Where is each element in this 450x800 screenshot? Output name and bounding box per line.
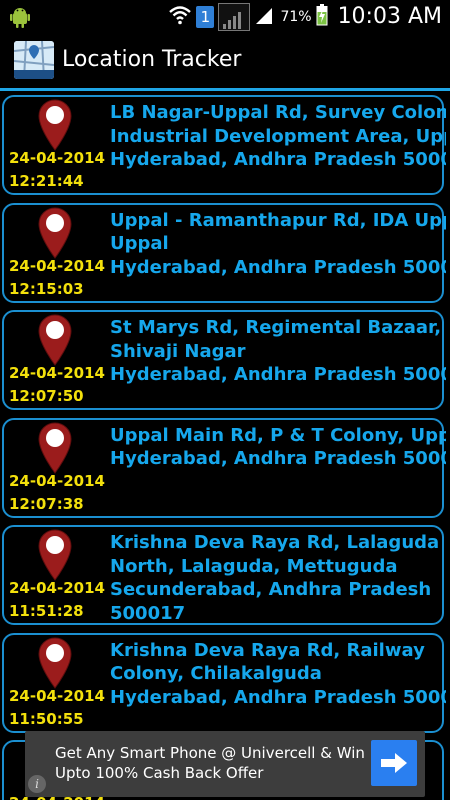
location-time: 12:15:03 <box>9 279 84 298</box>
location-date: 24-04-2014 <box>9 149 105 167</box>
android-debug-icon <box>10 6 30 32</box>
address-line: St Marys Rd, Regimental Bazaar, <box>110 317 442 338</box>
location-card[interactable]: 24-04-2014 12:15:03 Uppal - Ramanthapur Rd… <box>2 202 446 303</box>
location-card[interactable]: 24-04-2014 11:51:28 Krishna Deva Raya Rd, … <box>2 525 444 625</box>
address-line: Uppal Main Rd, P & T Colony, Uppal <box>110 424 446 446</box>
ad-banner[interactable]: Get Any Smart Phone @ Univercell & Win U… <box>25 731 425 797</box>
location-list[interactable]: 24-04-2014 12:21:44 LB Nagar-Uppal Rd, Sur… <box>0 92 450 800</box>
address-line: Krishna Deva Raya Rd, Railway <box>110 639 425 661</box>
location-date: 24-04-2014 <box>9 364 105 382</box>
address-line: Krishna Deva Raya Rd, Lalaguda <box>110 532 440 553</box>
battery-percent: 71% <box>280 8 312 25</box>
map-pin-icon <box>38 529 72 581</box>
location-time: 11:51:28 <box>9 602 84 620</box>
ad-info-icon[interactable]: i <box>28 775 46 793</box>
location-card[interactable]: 24-04-2014 12:21:44 LB Nagar-Uppal Rd, Sur… <box>2 95 446 195</box>
address-line: Uppal - Ramanthapur Rd, IDA Uppal, <box>110 209 446 231</box>
address-line: Secunderabad, Andhra Pradesh <box>110 579 432 600</box>
location-time: 12:07:38 <box>9 494 84 513</box>
map-pin-icon <box>38 206 72 259</box>
map-pin-icon <box>38 421 72 474</box>
location-address: Krishna Deva Raya Rd, Lalaguda North, Lal… <box>110 531 446 621</box>
map-pin-icon <box>38 314 72 366</box>
clock: 10:03 AM <box>337 4 442 29</box>
location-time: 12:21:44 <box>9 172 84 190</box>
ad-line-1: Get Any Smart Phone @ Univercell & Win <box>55 744 365 762</box>
location-card[interactable]: 24-04-2014 12:07:38 Uppal Main Rd, P & T C… <box>2 417 446 518</box>
address-line: Industrial Development Area, Uppal <box>110 125 446 147</box>
ad-arrow-button[interactable] <box>371 740 417 786</box>
location-address: St Marys Rd, Regimental Bazaar, Shivaji N… <box>110 316 446 406</box>
address-line: Hyderabad, Andhra Pradesh 500039 <box>110 149 446 170</box>
ad-text[interactable]: Get Any Smart Phone @ Univercell & Win U… <box>55 743 365 783</box>
ad-line-2: Upto 100% Cash Back Offer <box>55 764 264 782</box>
app-logo-icon[interactable] <box>14 41 54 79</box>
action-bar: Location Tracker <box>0 33 450 91</box>
location-time: 11:50:55 <box>9 709 84 728</box>
location-card[interactable]: 24-04-2014 12:07:50 St Marys Rd, Regimenta… <box>2 310 446 410</box>
location-date: 24-04-2014 <box>9 256 105 275</box>
address-line: Uppal <box>110 233 169 254</box>
address-line: Colony, Chilakalguda <box>110 663 322 684</box>
location-date: 24-04-2014 <box>9 579 105 597</box>
address-line: LB Nagar-Uppal Rd, Survey Colony, <box>110 102 446 123</box>
map-pin-icon <box>38 636 72 689</box>
address-line: Hyderabad, Andhra Pradesh 500039 <box>110 256 446 278</box>
location-date: 24-04-2014 <box>9 471 105 490</box>
arrow-right-icon <box>381 753 407 773</box>
location-time: 12:07:50 <box>9 387 84 405</box>
cell-signal-icon <box>254 5 274 29</box>
address-line: North, Lalaguda, Mettuguda <box>110 555 398 577</box>
address-line: Hyderabad, Andhra Pradesh 500003 <box>110 364 446 385</box>
app-title: Location Tracker <box>62 47 242 72</box>
location-address: Uppal - Ramanthapur Rd, IDA Uppal, Uppal H… <box>110 209 446 299</box>
address-line: Hyderabad, Andhra Pradesh 500039 <box>110 448 446 469</box>
location-address: Krishna Deva Raya Rd, Railway Colony, Chi… <box>110 639 446 729</box>
notification-badge: 1 <box>196 5 215 28</box>
address-line: 500017 <box>110 602 186 622</box>
signal-sim-icon <box>218 2 251 31</box>
location-card[interactable]: 24-04-2014 11:50:55 Krishna Deva Raya Rd, … <box>2 632 446 733</box>
location-date: 24-04-2014 <box>9 686 105 705</box>
wifi-icon <box>168 5 192 29</box>
address-line: Hyderabad, Andhra Pradesh 500025 <box>110 686 446 708</box>
status-bar: 1 71% 10:03 AM <box>0 0 450 33</box>
address-line: Shivaji Nagar <box>110 340 246 362</box>
location-address: LB Nagar-Uppal Rd, Survey Colony, Industr… <box>110 101 446 191</box>
battery-charging-icon <box>316 3 328 30</box>
location-address: Uppal Main Rd, P & T Colony, Uppal Hydera… <box>110 424 446 514</box>
map-pin-icon <box>38 99 72 151</box>
